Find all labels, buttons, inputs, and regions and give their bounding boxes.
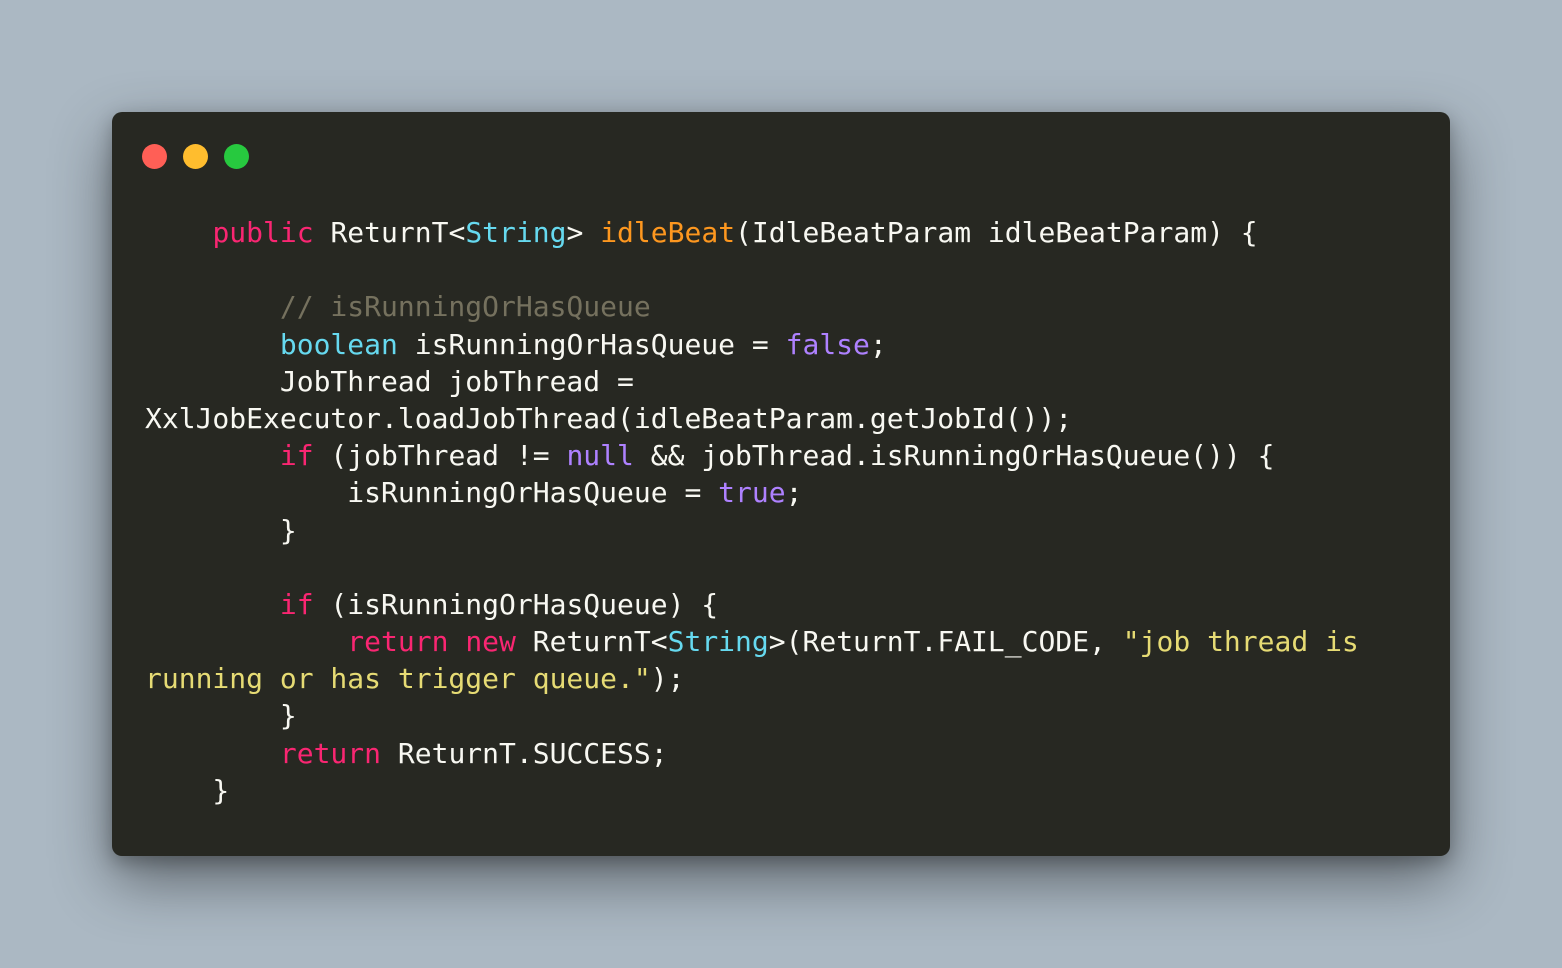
code-token-const: null bbox=[566, 439, 634, 473]
code-token-str: "job thread is bbox=[1122, 625, 1359, 659]
code-line: JobThread jobThread = bbox=[145, 363, 1359, 400]
code-line: isRunningOrHasQueue = true; bbox=[145, 474, 1359, 511]
code-line: return ReturnT.SUCCESS; bbox=[145, 735, 1359, 772]
maximize-button[interactable] bbox=[224, 144, 249, 169]
code-token-plain: isRunningOrHasQueue = bbox=[397, 327, 786, 361]
code-line: } bbox=[145, 512, 1359, 549]
code-token-type: String bbox=[667, 625, 769, 659]
code-line: if (isRunningOrHasQueue) { bbox=[145, 586, 1359, 623]
code-token-kw: return bbox=[279, 736, 382, 770]
code-token-plain: > bbox=[566, 216, 601, 249]
code-token-str: running or has trigger queue." bbox=[145, 662, 651, 696]
code-token-plain: ReturnT.SUCCESS; bbox=[381, 736, 668, 770]
code-line: public ReturnT<String> idleBeat(IdleBeat… bbox=[145, 214, 1359, 251]
code-window: public ReturnT<String> idleBeat(IdleBeat… bbox=[112, 112, 1450, 856]
code-line: } bbox=[145, 772, 1359, 809]
code-line: XxlJobExecutor.loadJobThread(idleBeatPar… bbox=[145, 400, 1359, 437]
code-line: running or has trigger queue."); bbox=[145, 660, 1359, 697]
code-line: boolean isRunningOrHasQueue = false; bbox=[145, 326, 1359, 363]
code-line: // isRunningOrHasQueue bbox=[145, 288, 1359, 325]
window-controls bbox=[142, 144, 249, 169]
code-line: return new ReturnT<String>(ReturnT.FAIL_… bbox=[145, 623, 1359, 660]
code-line: if (jobThread != null && jobThread.isRun… bbox=[145, 437, 1359, 474]
code-block: public ReturnT<String> idleBeat(IdleBeat… bbox=[145, 214, 1359, 809]
code-token-plain: } bbox=[145, 773, 230, 807]
code-token-plain: (IdleBeatParam idleBeatParam) { bbox=[735, 216, 1258, 249]
code-token-kw: new bbox=[465, 625, 516, 659]
code-token-plain: ; bbox=[785, 476, 803, 510]
code-token-plain: ; bbox=[869, 327, 887, 361]
code-token-plain: JobThread jobThread = bbox=[145, 364, 634, 398]
minimize-button[interactable] bbox=[183, 144, 208, 169]
close-button[interactable] bbox=[142, 144, 167, 169]
code-token-plain: ); bbox=[650, 662, 685, 696]
code-token-plain: >(ReturnT.FAIL_CODE, bbox=[768, 625, 1123, 659]
code-token-kw: return bbox=[347, 625, 449, 659]
code-token-type: String bbox=[465, 216, 567, 249]
code-token-plain: ReturnT< bbox=[515, 625, 668, 659]
code-token-kw: if bbox=[279, 439, 314, 473]
code-token-comment: // isRunningOrHasQueue bbox=[279, 290, 651, 324]
code-token-plain: } bbox=[145, 699, 297, 733]
code-line: } bbox=[145, 697, 1359, 734]
code-token-const: false bbox=[785, 327, 870, 361]
code-token-plain: isRunningOrHasQueue = bbox=[145, 476, 719, 510]
code-token-const: true bbox=[718, 476, 786, 510]
code-token-plain: (isRunningOrHasQueue) { bbox=[313, 587, 719, 621]
code-token-kw: public bbox=[212, 216, 314, 249]
code-token-fn: idleBeat bbox=[600, 216, 736, 249]
code-token-type: boolean bbox=[279, 327, 398, 361]
code-token-plain: ReturnT< bbox=[313, 216, 466, 249]
code-token-plain: && jobThread.isRunningOrHasQueue()) { bbox=[633, 439, 1275, 473]
code-token-plain: } bbox=[145, 513, 297, 547]
code-token-kw: if bbox=[279, 587, 314, 621]
code-token-plain: (jobThread != bbox=[313, 439, 567, 473]
code-token-plain: XxlJobExecutor.loadJobThread(idleBeatPar… bbox=[145, 401, 1073, 435]
